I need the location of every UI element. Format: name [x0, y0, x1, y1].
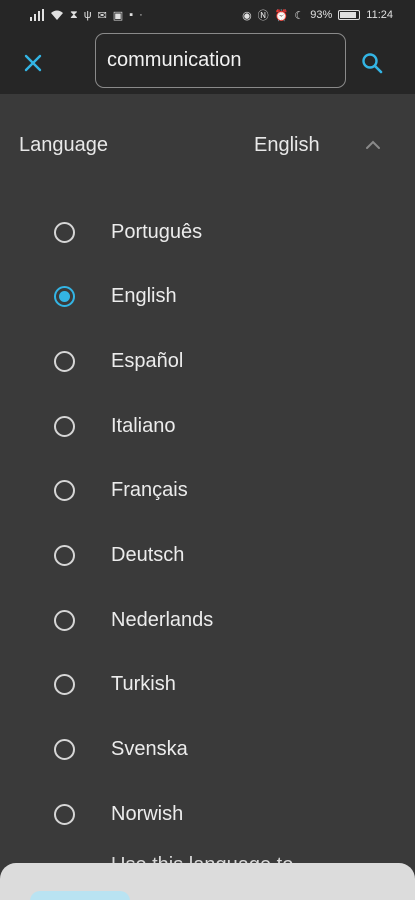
language-option-label: Norwish: [111, 802, 184, 825]
language-option-label: Turkish: [111, 673, 176, 696]
radio-button[interactable]: [54, 609, 75, 631]
radio-button[interactable]: [54, 350, 75, 372]
battery-icon: [338, 10, 361, 20]
language-option[interactable]: Italiano: [0, 398, 415, 454]
status-left: ⧗ ψ ✉ ▣ ▪ ·: [30, 8, 143, 22]
battery-percent: 93%: [310, 9, 333, 21]
language-option-label: Italiano: [111, 414, 176, 437]
close-icon: [24, 54, 42, 72]
language-option[interactable]: Deutsch: [0, 528, 415, 584]
search-input[interactable]: [107, 49, 334, 72]
language-option[interactable]: Norwish: [0, 786, 415, 842]
radio-button[interactable]: [54, 286, 75, 308]
language-option-label: Français: [111, 479, 188, 502]
close-button[interactable]: [18, 48, 48, 78]
language-option-label: English: [111, 285, 177, 308]
search-button[interactable]: [357, 48, 387, 78]
language-header[interactable]: Language English: [0, 114, 415, 176]
search-field[interactable]: [95, 33, 346, 88]
clock: 11:24: [366, 9, 393, 21]
search-icon: [362, 53, 383, 74]
mail-icon: ✉: [97, 9, 107, 22]
language-option[interactable]: English: [0, 269, 415, 325]
more-dots-icon: ·: [139, 9, 143, 21]
hourglass-icon: ⧗: [70, 8, 78, 21]
search-bar: [0, 30, 415, 94]
alarm-icon: ⏰: [274, 9, 289, 22]
signal-icon: [30, 8, 44, 22]
language-option-label: Português: [111, 220, 203, 243]
sheet-button[interactable]: [30, 891, 130, 900]
radio-button[interactable]: [54, 415, 75, 437]
radio-button[interactable]: [54, 739, 75, 761]
moon-icon: ☾: [294, 9, 305, 22]
eye-icon: ◉: [242, 9, 252, 22]
radio-button[interactable]: [54, 480, 75, 502]
language-option[interactable]: Español: [0, 333, 415, 389]
language-option[interactable]: Svenska: [0, 722, 415, 778]
battery-fill: [340, 12, 357, 18]
language-option[interactable]: Turkish: [0, 657, 415, 713]
radio-button[interactable]: [54, 803, 75, 825]
status-bar: ⧗ ψ ✉ ▣ ▪ · ◉ Ⓝ ⏰ ☾ 93% 11:24: [0, 0, 415, 30]
radio-button[interactable]: [54, 545, 75, 566]
current-language: English: [254, 133, 320, 156]
language-title: Language: [19, 133, 108, 156]
bottom-sheet: [0, 863, 415, 900]
radio-button[interactable]: [54, 221, 75, 243]
usb-icon: ψ: [83, 9, 92, 21]
nfc-icon: Ⓝ: [257, 10, 269, 22]
language-option-label: Español: [111, 349, 184, 372]
language-option-label: Deutsch: [111, 544, 185, 566]
language-option[interactable]: Português: [0, 204, 415, 260]
status-right: ◉ Ⓝ ⏰ ☾ 93% 11:24: [242, 8, 393, 22]
language-option-label: Nederlands: [111, 608, 214, 631]
language-option-label: Svenska: [111, 738, 188, 761]
language-option[interactable]: Français: [0, 463, 415, 519]
image-icon: ▣: [112, 9, 124, 22]
notification-icon: ▪: [129, 9, 134, 21]
chevron-up-icon[interactable]: [364, 136, 382, 154]
language-option[interactable]: Nederlands: [0, 592, 415, 648]
wifi-icon: [50, 8, 64, 22]
radio-button[interactable]: [54, 674, 75, 696]
